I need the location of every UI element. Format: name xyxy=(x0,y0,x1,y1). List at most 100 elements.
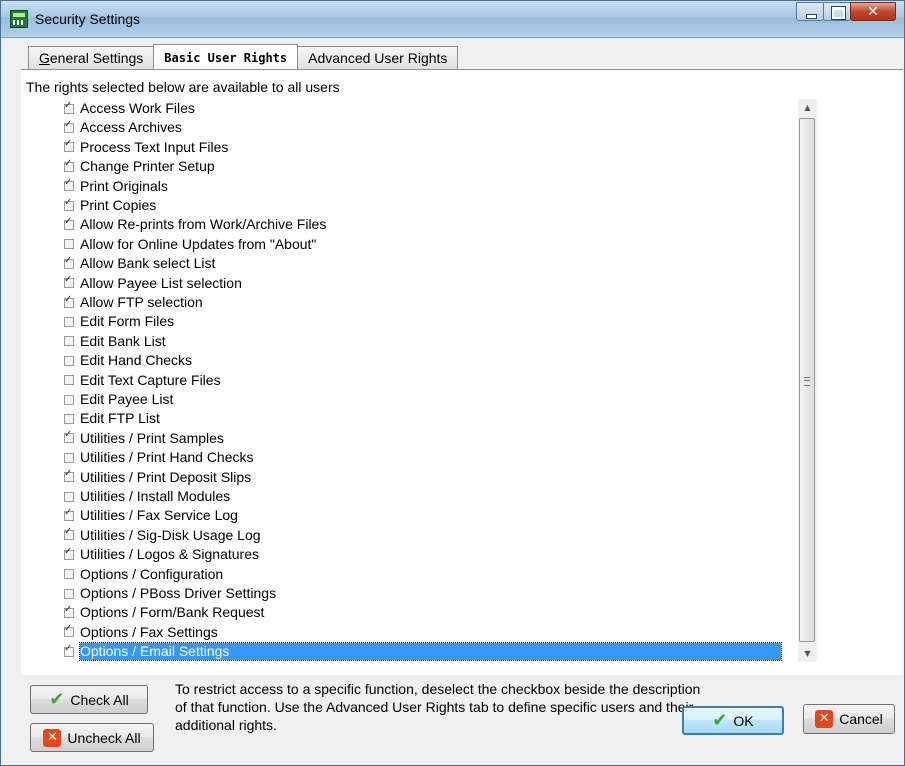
right-item[interactable]: Edit Hand Checks xyxy=(61,351,781,370)
ok-label: OK xyxy=(733,712,754,729)
right-checkbox[interactable] xyxy=(64,604,74,618)
right-label: Options / PBoss Driver Settings xyxy=(80,585,277,601)
right-checkbox[interactable] xyxy=(64,394,74,405)
right-item[interactable]: Options / PBoss Driver Settings xyxy=(61,584,781,603)
right-item[interactable]: Options / Fax Settings xyxy=(61,623,781,642)
vertical-scrollbar[interactable]: ▲ ▼ xyxy=(798,99,817,662)
tab-accel: G xyxy=(39,50,50,66)
right-checkbox[interactable] xyxy=(64,239,74,250)
right-checkbox[interactable] xyxy=(64,452,74,463)
right-checkbox[interactable] xyxy=(64,355,74,366)
right-checkbox[interactable] xyxy=(64,491,74,502)
right-checkbox[interactable] xyxy=(64,158,74,172)
checkmark-icon: ✔ xyxy=(712,710,728,731)
right-checkbox[interactable] xyxy=(64,375,74,386)
help-text: To restrict access to a specific functio… xyxy=(175,681,701,733)
right-label: Access Work Files xyxy=(80,100,195,116)
minimize-button[interactable] xyxy=(796,2,824,21)
scroll-up-icon[interactable]: ▲ xyxy=(798,99,817,116)
right-checkbox[interactable] xyxy=(64,119,74,133)
right-checkbox[interactable] xyxy=(64,274,74,289)
right-label: Allow FTP selection xyxy=(80,294,203,310)
right-label: Utilities / Fax Service Log xyxy=(80,507,238,524)
right-item[interactable]: Utilities / Sig-Disk Usage Log xyxy=(61,526,781,545)
right-item[interactable]: Allow Bank select List xyxy=(61,254,781,273)
right-checkbox[interactable] xyxy=(64,588,74,599)
right-label: Utilities / Logos & Signatures xyxy=(80,546,259,563)
right-item[interactable]: Utilities / Print Hand Checks xyxy=(61,448,781,467)
tab-basic-user-rights[interactable]: Basic User Rights xyxy=(153,44,299,69)
cancel-button[interactable]: ✕ Cancel xyxy=(803,704,895,734)
right-label: Edit FTP List xyxy=(80,410,160,427)
right-item[interactable]: Edit Bank List xyxy=(61,332,781,351)
right-item[interactable]: Utilities / Fax Service Log xyxy=(61,506,781,525)
right-checkbox[interactable] xyxy=(64,569,74,580)
right-item[interactable]: Utilities / Print Deposit Slips xyxy=(61,468,781,487)
right-item[interactable]: Allow for Online Updates from "About" xyxy=(61,235,781,254)
right-checkbox[interactable] xyxy=(64,413,74,424)
rights-checklist[interactable]: Access Work Files Access Archives Process … xyxy=(61,99,817,662)
right-checkbox[interactable] xyxy=(64,468,74,483)
ok-button[interactable]: ✔ OK xyxy=(682,706,784,735)
right-item[interactable]: Utilities / Print Samples xyxy=(61,429,781,448)
tab-advanced-user-rights[interactable]: Advanced User Rights xyxy=(297,46,459,69)
right-item[interactable]: Allow Re-prints from Work/Archive Files xyxy=(61,215,781,234)
rights-list-items: Access Work Files Access Archives Process … xyxy=(61,99,797,662)
right-item[interactable]: Utilities / Install Modules xyxy=(61,487,781,506)
x-icon: ✕ xyxy=(815,710,834,728)
security-settings-window: Security Settings ✕ General Settings Bas… xyxy=(0,0,905,766)
check-all-label: Check All xyxy=(70,691,129,708)
right-item[interactable]: Edit Payee List xyxy=(61,390,781,409)
right-item[interactable]: Process Text Input Files xyxy=(61,138,781,157)
right-item[interactable]: Options / Email Settings xyxy=(61,642,782,662)
right-checkbox[interactable] xyxy=(64,100,74,114)
app-icon xyxy=(10,10,28,28)
close-button[interactable]: ✕ xyxy=(850,2,896,21)
right-label: Options / Configuration xyxy=(80,565,224,582)
tab-general-settings[interactable]: General Settings xyxy=(28,46,155,69)
right-checkbox[interactable] xyxy=(64,546,74,560)
title-bar[interactable]: Security Settings ✕ xyxy=(1,1,904,38)
right-checkbox[interactable] xyxy=(64,336,74,347)
right-checkbox[interactable] xyxy=(64,177,74,192)
right-item[interactable]: Access Archives xyxy=(61,118,781,137)
right-item[interactable]: Allow Payee List selection xyxy=(61,274,781,293)
right-checkbox[interactable] xyxy=(64,294,74,308)
right-item[interactable]: Print Originals xyxy=(61,177,781,196)
scroll-down-icon[interactable]: ▼ xyxy=(798,645,817,662)
right-item[interactable]: Change Printer Setup xyxy=(61,157,781,176)
right-item[interactable]: Allow FTP selection xyxy=(61,293,781,312)
right-item[interactable]: Access Work Files xyxy=(61,99,781,118)
right-label: Allow for Online Updates from "About" xyxy=(80,235,317,252)
scroll-thumb[interactable] xyxy=(799,118,815,642)
maximize-button[interactable] xyxy=(823,2,851,21)
right-label: Print Copies xyxy=(80,197,157,213)
right-checkbox[interactable] xyxy=(64,255,74,269)
right-label: Edit Hand Checks xyxy=(80,352,193,369)
right-checkbox[interactable] xyxy=(64,138,74,153)
right-item[interactable]: Options / Configuration xyxy=(61,565,781,584)
uncheck-all-button[interactable]: ✕ Uncheck All xyxy=(30,723,154,752)
right-item[interactable]: Edit Text Capture Files xyxy=(61,371,781,390)
right-checkbox[interactable] xyxy=(64,623,74,638)
right-label: Options / Fax Settings xyxy=(80,623,218,640)
uncheck-all-label: Uncheck All xyxy=(67,729,141,746)
right-checkbox[interactable] xyxy=(64,197,74,211)
right-item[interactable]: Print Copies xyxy=(61,196,781,215)
right-checkbox[interactable] xyxy=(64,216,74,230)
right-checkbox[interactable] xyxy=(64,526,74,541)
checkmark-icon: ✔ xyxy=(49,689,65,710)
right-item[interactable]: Utilities / Logos & Signatures xyxy=(61,545,781,564)
right-checkbox[interactable] xyxy=(64,643,74,657)
right-label: Utilities / Print Samples xyxy=(80,429,224,446)
right-checkbox[interactable] xyxy=(64,507,74,521)
right-label: Utilities / Sig-Disk Usage Log xyxy=(80,526,261,543)
right-checkbox[interactable] xyxy=(64,429,74,444)
right-item[interactable]: Options / Form/Bank Request xyxy=(61,603,781,622)
right-checkbox[interactable] xyxy=(64,316,74,327)
right-label: Allow Re-prints from Work/Archive Files xyxy=(80,216,327,233)
cancel-label: Cancel xyxy=(839,711,883,727)
right-item[interactable]: Edit Form Files xyxy=(61,312,781,331)
check-all-button[interactable]: ✔ Check All xyxy=(30,685,148,714)
right-item[interactable]: Edit FTP List xyxy=(61,409,781,428)
